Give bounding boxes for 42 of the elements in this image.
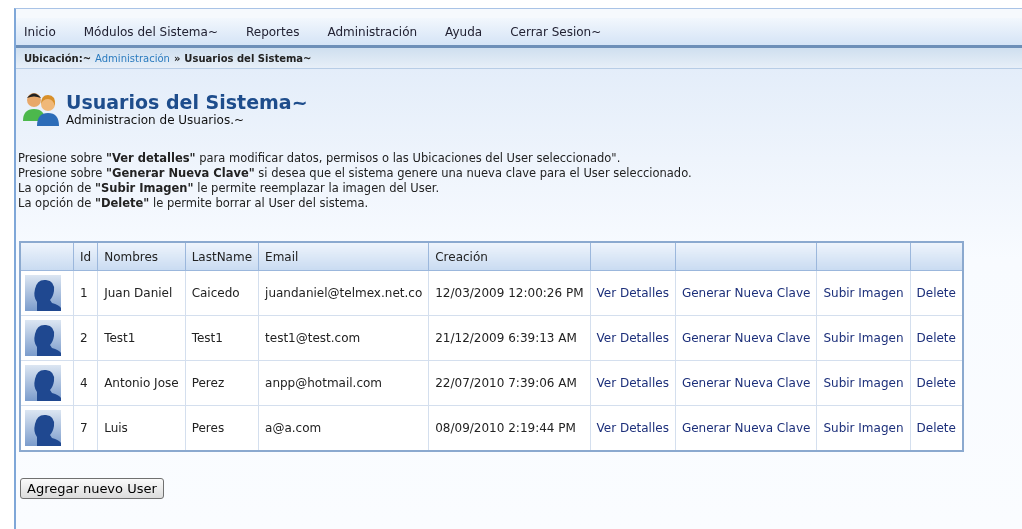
breadcrumb-separator: » bbox=[173, 52, 181, 64]
table-cell: 1 bbox=[73, 270, 98, 316]
column-header: LastName bbox=[185, 242, 259, 271]
table-cell: Caicedo bbox=[185, 270, 259, 316]
instruction-text: La opción de "Delete" le permite borrar al User del sistema. bbox=[18, 196, 370, 211]
menu-item[interactable]: Inicio bbox=[24, 24, 70, 39]
menu-item[interactable]: Módulos del Sistema~ bbox=[83, 24, 232, 39]
instruction-text: Presione sobre "Ver detalles" para modificar datos, permisos o las Ubicaciones del User seleccionado". bbox=[18, 151, 622, 166]
table-cell: test1@test.com bbox=[258, 315, 429, 361]
column-header: Email bbox=[258, 242, 429, 271]
column-header: Id bbox=[73, 242, 98, 271]
table-cell: Perez bbox=[185, 360, 259, 406]
breadcrumb-current: Usuarios del Sistema~ bbox=[184, 52, 312, 64]
table-cell: 21/12/2009 6:39:13 AM bbox=[428, 315, 590, 361]
menu-item[interactable]: Reportes bbox=[245, 24, 314, 39]
table-cell: 22/07/2010 7:39:06 AM bbox=[428, 360, 590, 406]
instruction-text: La opción de "Subir Imagen" le permite reemplazar la imagen del User. bbox=[18, 181, 441, 196]
table-cell: 2 bbox=[73, 315, 98, 361]
add-user-button[interactable]: Agregar nuevo User bbox=[20, 478, 164, 499]
menu-item[interactable]: Ayuda bbox=[445, 24, 497, 39]
table-cell: Test1 bbox=[97, 315, 186, 361]
avatar-icon bbox=[25, 320, 61, 356]
table-cell: Juan Daniel bbox=[97, 270, 186, 316]
users-icon bbox=[22, 91, 60, 127]
menu-item[interactable]: Cerrar Sesion~ bbox=[510, 24, 616, 39]
table-cell: 12/03/2009 12:00:26 PM bbox=[428, 270, 590, 316]
table-cell: 4 bbox=[73, 360, 98, 406]
menu-item[interactable]: Administración bbox=[327, 24, 432, 39]
avatar-icon bbox=[25, 275, 61, 311]
table-cell: anpp@hotmail.com bbox=[258, 360, 429, 406]
page-subtitle: Administracion de Usuarios.~ bbox=[66, 113, 246, 127]
page-title: Usuarios del Sistema~ bbox=[66, 91, 308, 113]
breadcrumb-label: Ubicación:~ bbox=[24, 52, 92, 64]
avatar-icon bbox=[25, 410, 61, 446]
table-cell: Test1 bbox=[185, 315, 259, 361]
table-cell: Antonio Jose bbox=[97, 360, 186, 406]
table-cell: juandaniel@telmex.net.co bbox=[258, 270, 429, 316]
column-header: Nombres bbox=[97, 242, 186, 271]
breadcrumb-link[interactable]: Administración bbox=[95, 52, 170, 64]
instruction-text: Presione sobre "Generar Nueva Clave" si desea que el sistema genere una nueva clave para el User seleccionado. bbox=[18, 166, 693, 181]
column-header: Creación bbox=[428, 242, 590, 271]
avatar-icon bbox=[25, 365, 61, 401]
